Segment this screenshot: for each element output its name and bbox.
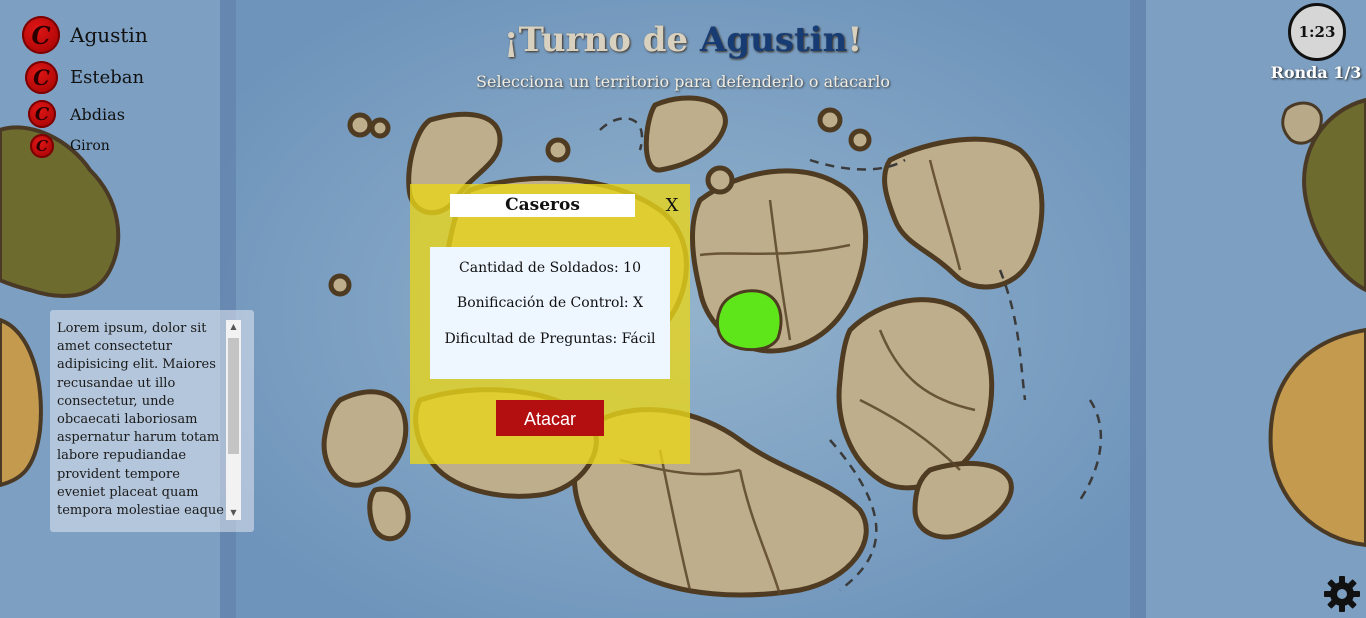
event-log-text: Lorem ipsum, dolor sit amet consectetur … xyxy=(57,321,224,519)
control-bonus: Bonificación de Control: X xyxy=(456,295,644,311)
territory-modal: Caseros X Cantidad de Soldados: 10 Bonif… xyxy=(410,184,690,464)
player-badge-icon: C xyxy=(25,61,58,94)
player-entry: C Esteban xyxy=(22,61,148,94)
player-entry: C Agustin xyxy=(22,16,148,54)
player-entry: C Giron xyxy=(22,134,148,158)
scrollbar-thumb[interactable] xyxy=(228,338,239,454)
question-difficulty: Dificultad de Preguntas: Fácil xyxy=(444,331,656,347)
player-name: Agustin xyxy=(70,23,148,47)
player-name: Giron xyxy=(70,138,110,154)
scroll-down-icon[interactable]: ▼ xyxy=(226,506,241,520)
player-entry: C Abdias xyxy=(22,100,148,128)
close-modal-button[interactable]: X xyxy=(660,194,684,218)
territory-name: Caseros xyxy=(450,194,635,217)
attack-button[interactable]: Atacar xyxy=(496,400,604,436)
turn-title: ¡Turno de Agustin! xyxy=(503,20,863,60)
territory-info-panel: Cantidad de Soldados: 10 Bonificación de… xyxy=(430,247,670,379)
player-badge-icon: C xyxy=(22,16,60,54)
selected-territory-caseros[interactable] xyxy=(715,289,783,352)
event-log-scrollbar[interactable]: ▲ ▼ xyxy=(226,320,241,520)
turn-timer: 1:23 xyxy=(1288,3,1346,61)
event-log: Lorem ipsum, dolor sit amet consectetur … xyxy=(50,310,254,532)
current-player-name: Agustin xyxy=(699,20,848,60)
scroll-up-icon[interactable]: ▲ xyxy=(226,320,241,334)
players-list: C Agustin C Esteban C Abdias C Giron xyxy=(22,16,148,158)
player-name: Abdias xyxy=(70,104,125,124)
soldiers-count: Cantidad de Soldados: 10 xyxy=(459,260,641,276)
turn-subtitle: Selecciona un territorio para defenderlo… xyxy=(476,72,890,91)
player-badge-icon: C xyxy=(28,100,56,128)
player-name: Esteban xyxy=(70,67,145,88)
player-badge-icon: C xyxy=(30,134,54,158)
round-indicator: Ronda 1/3 xyxy=(1270,63,1362,82)
gear-icon[interactable] xyxy=(1322,574,1362,614)
